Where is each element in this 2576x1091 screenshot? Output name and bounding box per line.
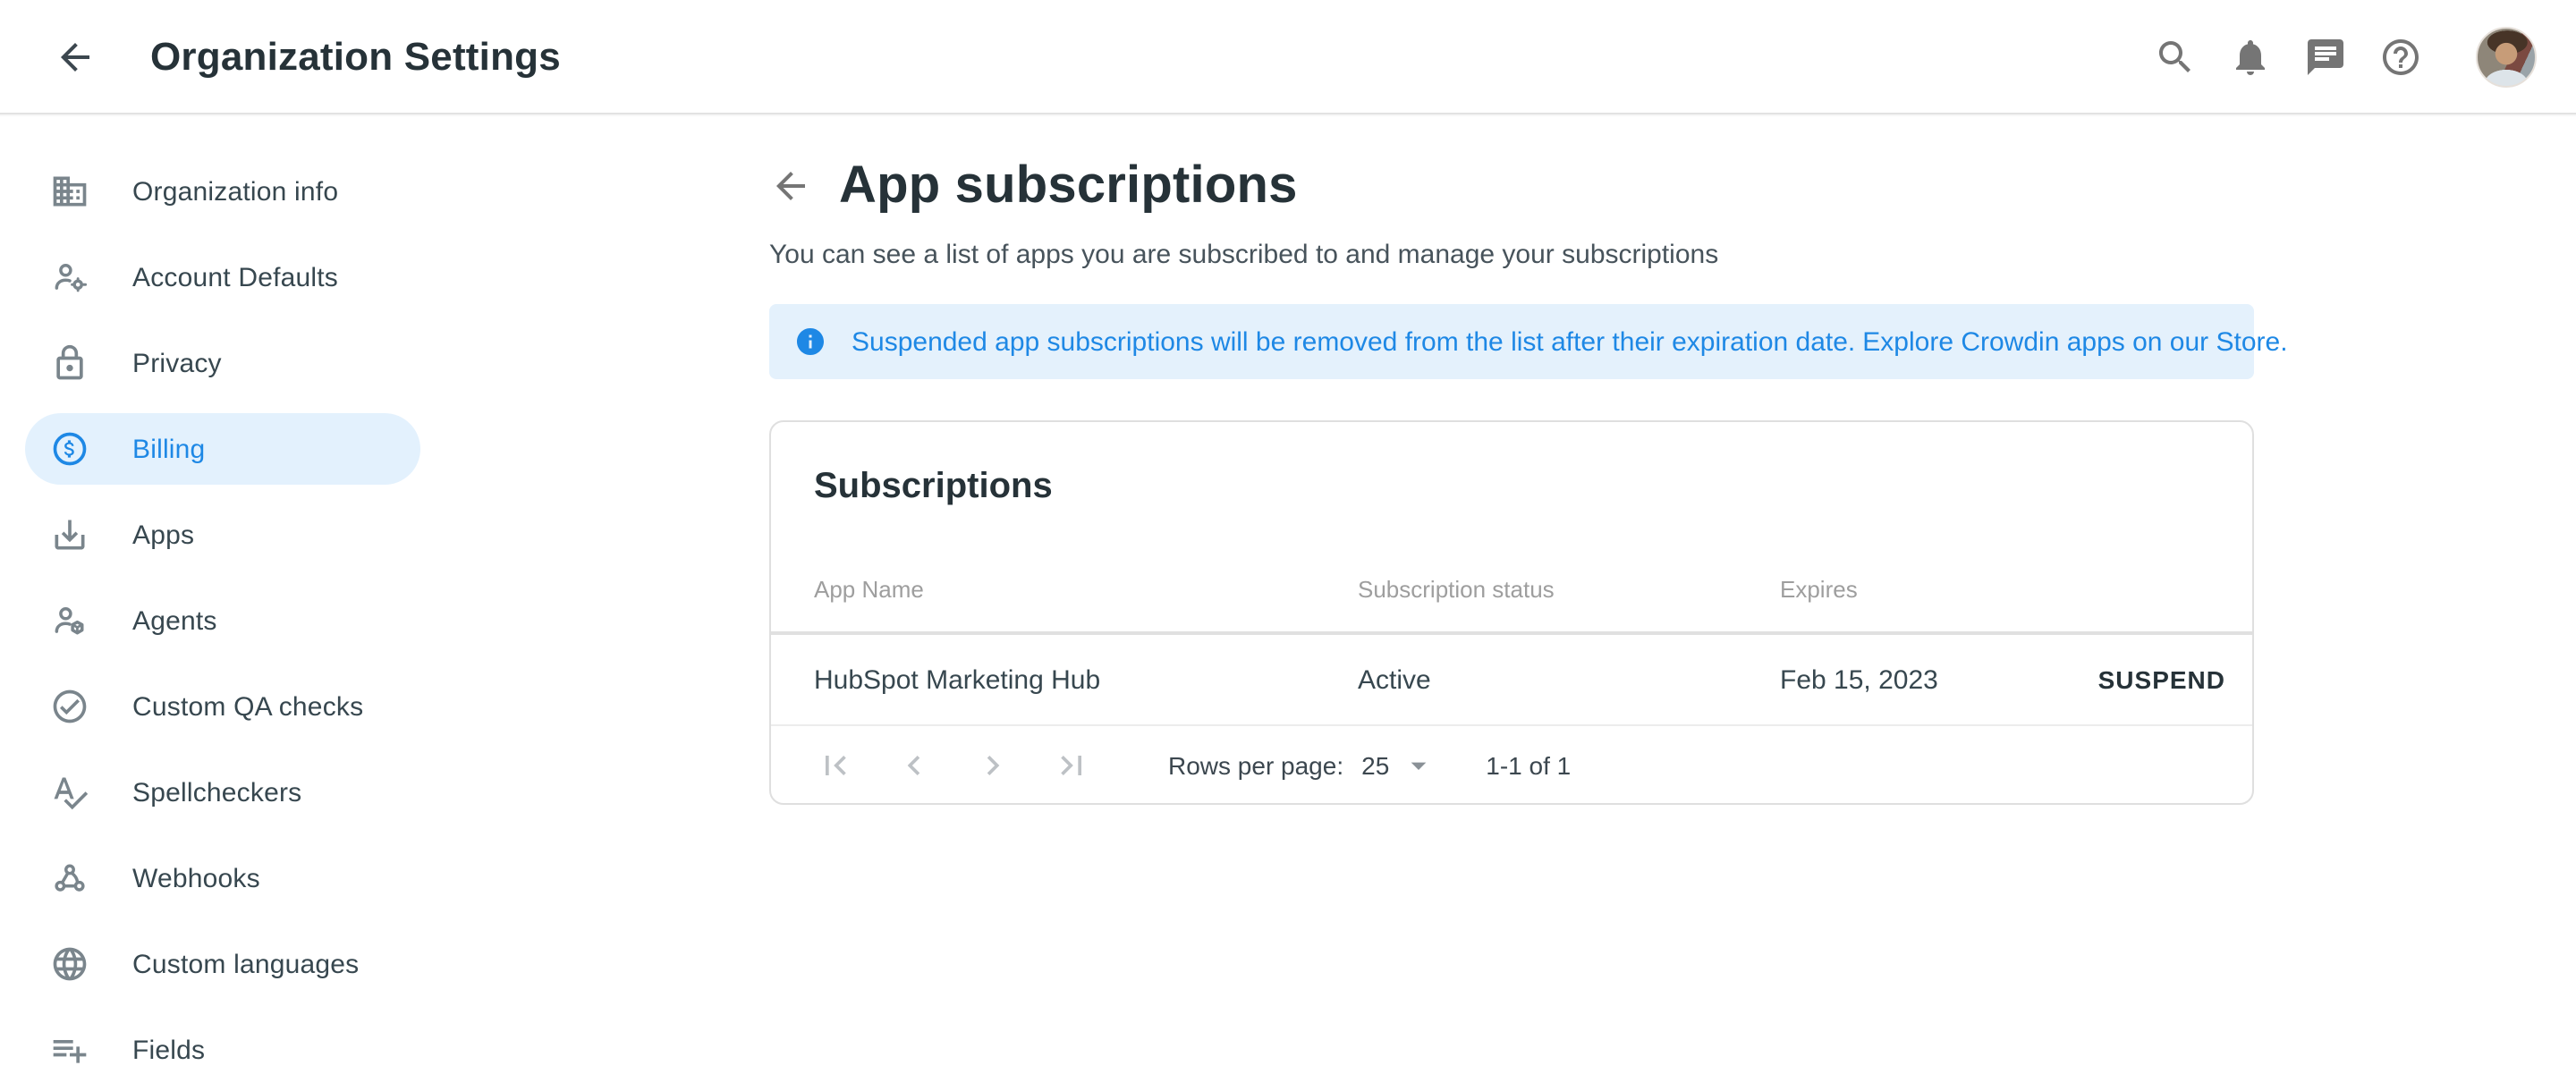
page-subtitle: You can see a list of apps you are subsc… — [769, 238, 2254, 274]
topbar-actions — [2154, 26, 2537, 87]
sidebar-item-label: Apps — [132, 520, 194, 550]
store-link[interactable]: Explore Crowdin apps on our Store. — [1862, 326, 2287, 357]
first-page-button[interactable] — [814, 743, 857, 786]
webhook-icon — [50, 858, 89, 898]
next-page-button[interactable] — [971, 743, 1014, 786]
sidebar-item-label: Spellcheckers — [132, 777, 301, 808]
app-bar-title: Organization Settings — [150, 33, 561, 80]
page-heading: App subscriptions — [839, 156, 1298, 216]
app-bar: Organization Settings — [0, 0, 2576, 114]
pagination-range: 1-1 of 1 — [1486, 750, 1571, 779]
lock-icon — [50, 343, 89, 383]
building-icon — [50, 172, 89, 211]
sidebar-item-apps[interactable]: Apps — [25, 499, 420, 571]
sidebar-item-label: Custom languages — [132, 949, 359, 979]
main-content: App subscriptions You can see a list of … — [769, 114, 2254, 805]
arrow-back-icon — [54, 35, 97, 78]
sidebar-item-billing[interactable]: Billing — [25, 413, 420, 485]
dollar-circle-icon — [50, 429, 89, 469]
help-icon — [2379, 35, 2422, 78]
check-circle-icon — [50, 687, 89, 726]
sidebar-item-label: Custom QA checks — [132, 691, 363, 722]
arrow-drop-down-icon — [1400, 747, 1436, 782]
sidebar-item-label: Account Defaults — [132, 262, 338, 292]
sidebar-item-spellcheckers[interactable]: Spellcheckers — [25, 757, 420, 828]
sidebar-item-custom-languages[interactable]: Custom languages — [25, 928, 420, 1000]
sidebar-item-label: Agents — [132, 605, 217, 636]
subscription-status-cell: Active — [1358, 664, 1780, 695]
rows-per-page-select[interactable]: 25 — [1361, 747, 1436, 782]
playlist-add-icon — [50, 1030, 89, 1070]
card-title: Subscriptions — [814, 469, 2209, 504]
app-window: Organization Settings Organization info — [0, 0, 2576, 1091]
sidebar-item-custom-qa-checks[interactable]: Custom QA checks — [25, 671, 420, 742]
sidebar-item-label: Fields — [132, 1035, 205, 1065]
sidebar-item-webhooks[interactable]: Webhooks — [25, 842, 420, 914]
chat-button[interactable] — [2304, 35, 2347, 78]
sidebar-item-privacy[interactable]: Privacy — [25, 327, 420, 399]
subscriptions-card: Subscriptions App Name Subscription stat… — [769, 420, 2254, 805]
prev-page-button[interactable] — [893, 743, 936, 786]
search-icon — [2154, 35, 2197, 78]
first-page-icon — [816, 745, 855, 784]
table-row: HubSpot Marketing Hub Active Feb 15, 202… — [771, 635, 2252, 726]
column-header-expires: Expires — [1780, 576, 2225, 603]
user-cube-icon — [50, 601, 89, 640]
download-icon — [50, 515, 89, 554]
rows-per-page-label: Rows per page: — [1168, 750, 1343, 779]
info-icon — [794, 326, 826, 358]
user-gear-icon — [50, 258, 89, 297]
last-page-button[interactable] — [1050, 743, 1093, 786]
banner-text: Suspended app subscriptions will be remo… — [852, 326, 1855, 357]
settings-sidebar: Organization info Account Defaults Priva… — [0, 114, 465, 1091]
last-page-icon — [1052, 745, 1091, 784]
spellcheck-icon — [50, 773, 89, 812]
globe-icon — [50, 944, 89, 984]
sidebar-item-agents[interactable]: Agents — [25, 585, 420, 656]
banner-message: Suspended app subscriptions will be remo… — [852, 326, 2288, 357]
suspend-button[interactable]: SUSPEND — [2098, 665, 2225, 694]
search-button[interactable] — [2154, 35, 2197, 78]
info-banner: Suspended app subscriptions will be remo… — [769, 304, 2254, 379]
expires-cell: Feb 15, 2023 — [1780, 664, 2098, 695]
page-back-button[interactable] — [769, 165, 812, 207]
rows-per-page-value: 25 — [1361, 750, 1389, 779]
sidebar-item-organization-info[interactable]: Organization info — [25, 156, 420, 227]
page-header: App subscriptions — [769, 154, 2254, 218]
notifications-icon — [2229, 35, 2272, 78]
chevron-right-icon — [973, 745, 1013, 784]
sidebar-item-label: Organization info — [132, 176, 338, 207]
sidebar-item-fields[interactable]: Fields — [25, 1014, 420, 1086]
notifications-button[interactable] — [2229, 35, 2272, 78]
sidebar-item-label: Billing — [132, 434, 205, 464]
chevron-left-icon — [894, 745, 934, 784]
arrow-back-icon — [769, 165, 812, 207]
help-button[interactable] — [2379, 35, 2422, 78]
pagination: Rows per page: 25 1-1 of 1 — [771, 726, 2252, 803]
sidebar-item-label: Webhooks — [132, 863, 260, 893]
topbar-back-button[interactable] — [54, 35, 97, 78]
column-header-app-name: App Name — [814, 576, 1358, 603]
chat-icon — [2304, 35, 2347, 78]
column-header-subscription-status: Subscription status — [1358, 576, 1780, 603]
table-header-row: App Name Subscription status Expires — [771, 504, 2252, 635]
sidebar-item-account-defaults[interactable]: Account Defaults — [25, 241, 420, 313]
sidebar-item-label: Privacy — [132, 348, 222, 378]
app-name-cell: HubSpot Marketing Hub — [814, 664, 1358, 695]
user-avatar[interactable] — [2476, 26, 2537, 87]
